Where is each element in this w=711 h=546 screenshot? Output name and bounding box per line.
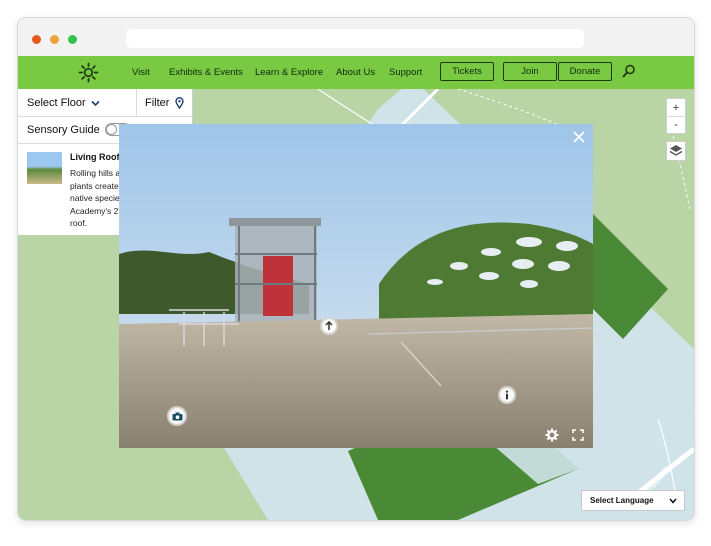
nav-link-exhibits-events[interactable]: Exhibits & Events	[169, 67, 243, 78]
layers-button[interactable]	[666, 141, 686, 161]
minimize-window-dot[interactable]	[50, 35, 59, 44]
tickets-button[interactable]: Tickets	[440, 62, 494, 81]
living-roof-thumbnail[interactable]	[27, 152, 62, 184]
camera-icon[interactable]	[167, 406, 187, 426]
info-icon[interactable]	[498, 386, 516, 404]
address-bar[interactable]	[126, 29, 584, 48]
close-window-dot[interactable]	[32, 35, 41, 44]
divider	[136, 89, 137, 116]
search-icon[interactable]	[622, 64, 636, 78]
nav-link-about-us[interactable]: About Us	[336, 67, 375, 78]
select-floor-label: Select Floor	[27, 97, 86, 109]
browser-chrome	[18, 18, 694, 56]
select-floor-dropdown[interactable]: Select Floor	[27, 97, 100, 109]
filter-label: Filter	[145, 97, 170, 109]
floor-filter-row: Select Floor Filter	[18, 89, 192, 117]
nav-link-learn-explore[interactable]: Learn & Explore	[255, 67, 323, 78]
join-button[interactable]: Join	[503, 62, 557, 81]
fullscreen-icon[interactable]	[572, 429, 584, 441]
item-title[interactable]: Living Roof	[70, 152, 120, 162]
nav-link-visit[interactable]: Visit	[132, 67, 150, 78]
language-select[interactable]: Select Language	[581, 490, 685, 511]
toggle-knob	[106, 124, 117, 135]
chevron-down-icon	[91, 100, 100, 106]
map-pin-icon	[174, 97, 184, 110]
zoom-controls: + -	[666, 98, 686, 134]
arrow-up-icon[interactable]	[320, 317, 338, 335]
zoom-out-button[interactable]: -	[667, 116, 685, 133]
top-navigation: Visit Exhibits & Events Learn & Explore …	[18, 56, 694, 89]
chevron-down-icon	[669, 498, 677, 504]
sensory-guide-label: Sensory Guide	[27, 124, 100, 136]
layers-icon	[669, 145, 683, 156]
zoom-in-button[interactable]: +	[667, 99, 685, 117]
sun-burst-icon[interactable]	[78, 62, 99, 83]
donate-button[interactable]: Donate	[558, 62, 612, 81]
language-select-label: Select Language	[590, 496, 654, 505]
panorama-image[interactable]	[119, 124, 593, 448]
nav-link-support[interactable]: Support	[389, 67, 422, 78]
maximize-window-dot[interactable]	[68, 35, 77, 44]
browser-window: Visit Exhibits & Events Learn & Explore …	[17, 17, 695, 521]
panorama-viewer[interactable]	[119, 124, 593, 448]
gear-icon[interactable]	[545, 428, 559, 442]
filter-button[interactable]: Filter	[145, 97, 184, 110]
close-icon[interactable]	[572, 130, 586, 144]
